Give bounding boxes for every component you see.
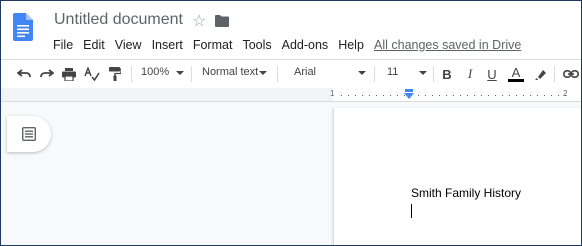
toolbar: 100% Normal text Arial 11 B I U A (1, 59, 581, 89)
menu-insert[interactable]: Insert (152, 38, 183, 52)
toolbar-separator (277, 66, 278, 82)
indent-marker-icon[interactable] (403, 89, 415, 99)
docs-logo-icon[interactable] (13, 13, 33, 41)
menu-view[interactable]: View (115, 38, 142, 52)
document-body-text[interactable]: Smith Family History (411, 186, 521, 200)
toolbar-separator (433, 66, 434, 82)
menu-file[interactable]: File (53, 38, 73, 52)
zoom-select[interactable]: 100% (141, 66, 169, 78)
italic-button[interactable]: I (463, 65, 477, 83)
highlight-icon[interactable] (532, 65, 548, 83)
underline-button[interactable]: U (485, 65, 499, 83)
toolbar-separator (191, 66, 192, 82)
menu-addons[interactable]: Add-ons (282, 38, 329, 52)
toolbar-separator (554, 66, 555, 82)
outline-icon (22, 127, 36, 141)
style-caret-icon[interactable] (259, 71, 267, 75)
print-icon[interactable] (60, 65, 78, 83)
header: Untitled document ☆ File Edit View Inser… (1, 1, 581, 57)
ruler: 1 2 (1, 88, 581, 102)
font-size-caret-icon[interactable] (419, 71, 427, 75)
document-page[interactable]: Smith Family History (333, 108, 581, 245)
folder-icon[interactable] (215, 15, 229, 27)
font-caret-icon[interactable] (358, 71, 366, 75)
ruler-number: 2 (563, 89, 568, 98)
save-status-link[interactable]: All changes saved in Drive (374, 38, 521, 52)
zoom-caret-icon[interactable] (176, 71, 184, 75)
menu-bar: File Edit View Insert Format Tools Add-o… (53, 38, 374, 52)
app-window: Untitled document ☆ File Edit View Inser… (0, 0, 582, 246)
ruler-ticks (341, 95, 571, 96)
document-workspace: Smith Family History (1, 102, 581, 245)
font-select[interactable]: Arial (294, 66, 316, 78)
paint-format-icon[interactable] (106, 65, 124, 83)
undo-icon[interactable] (15, 65, 33, 83)
text-cursor (411, 204, 412, 218)
menu-edit[interactable]: Edit (83, 38, 105, 52)
style-select[interactable]: Normal text (202, 66, 258, 78)
ruler-number: 1 (330, 89, 335, 98)
text-color-button[interactable]: A (508, 65, 524, 82)
menu-format[interactable]: Format (193, 38, 233, 52)
menu-tools[interactable]: Tools (242, 38, 271, 52)
spellcheck-icon[interactable] (83, 65, 101, 83)
link-icon[interactable] (562, 65, 580, 83)
bold-button[interactable]: B (440, 65, 454, 83)
star-icon[interactable]: ☆ (192, 11, 206, 31)
font-size-select[interactable]: 11 (387, 66, 398, 78)
redo-icon[interactable] (38, 65, 56, 83)
document-title[interactable]: Untitled document (54, 11, 183, 29)
toolbar-separator (131, 66, 132, 82)
menu-help[interactable]: Help (338, 38, 364, 52)
outline-button[interactable] (7, 116, 51, 152)
toolbar-separator (374, 66, 375, 82)
